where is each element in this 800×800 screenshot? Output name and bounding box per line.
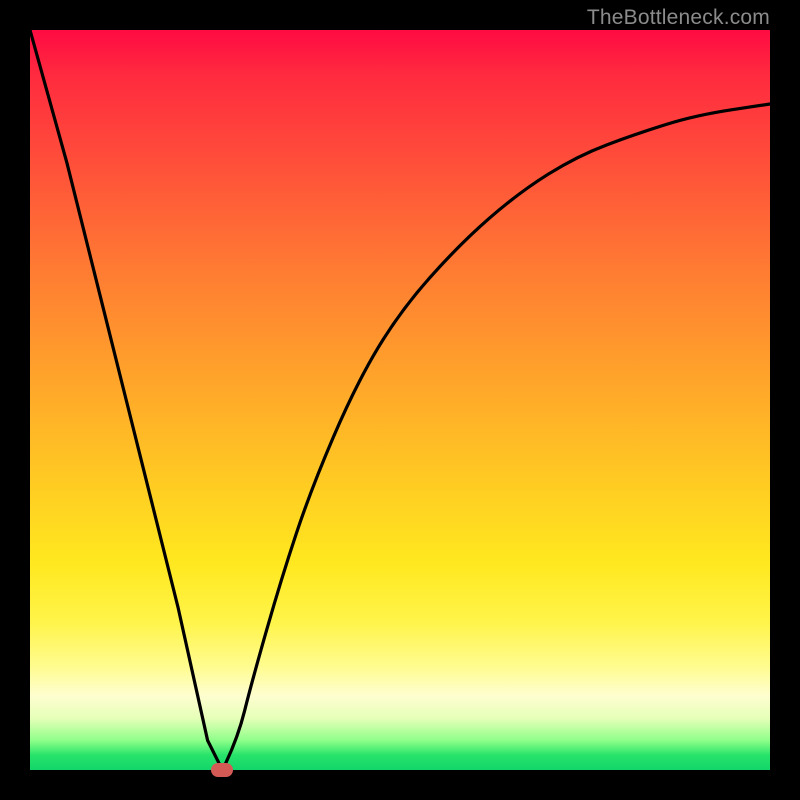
curve-right-branch: [222, 104, 770, 770]
bottleneck-curve: [0, 0, 800, 800]
curve-left-branch: [30, 30, 222, 770]
chart-frame: TheBottleneck.com: [0, 0, 800, 800]
minimum-marker: [211, 763, 233, 777]
curve-group: [30, 30, 770, 770]
